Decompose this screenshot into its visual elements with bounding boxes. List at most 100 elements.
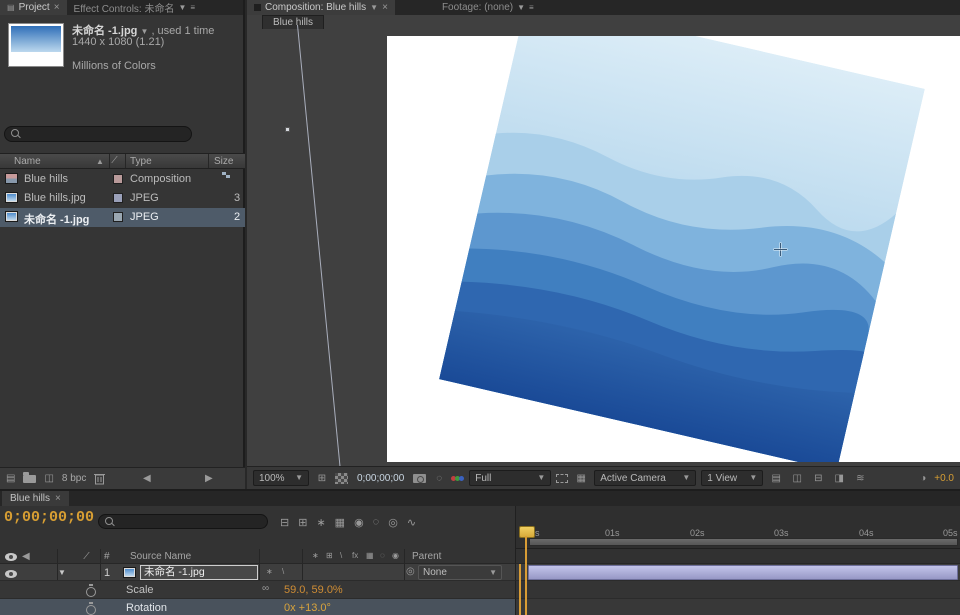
project-row-blue-hills[interactable]: Blue hills Composition (0, 170, 245, 189)
viewer-timecode[interactable]: 0;00;00;00 (353, 473, 408, 484)
draft-3d-icon[interactable]: ⊞ (298, 516, 307, 529)
chevron-down-icon[interactable]: ▼ (179, 4, 187, 12)
motion-blur-switch-icon[interactable]: ◌ (380, 552, 385, 560)
chevron-down-icon[interactable]: ▼ (517, 4, 525, 12)
stretch-switch[interactable]: ∗ (266, 568, 273, 576)
threed-switch-icon[interactable]: ◉ (392, 552, 399, 560)
label-color-chip[interactable] (113, 212, 123, 222)
project-row-blue-hills-jpg[interactable]: Blue hills.jpg JPEG 3 (0, 189, 245, 208)
transparency-grid-icon[interactable]: ▦ (573, 471, 589, 486)
exposure-control[interactable]: ◑ +0.0 (915, 471, 954, 486)
work-area-bar[interactable] (529, 538, 958, 546)
composition-canvas[interactable] (387, 36, 960, 462)
new-composition-icon[interactable]: ◫ (44, 474, 53, 484)
rotation-property-row[interactable]: Rotation 0x +13.0° (0, 599, 515, 615)
column-type[interactable]: Type (130, 156, 152, 167)
shy-switch-icon[interactable]: ∗ (312, 552, 319, 560)
audio-column-icon[interactable]: ◀ (22, 552, 30, 562)
fast-previews-icon[interactable]: ≋ (852, 471, 868, 486)
mini-flowchart-icon[interactable]: ⊟ (280, 516, 289, 529)
show-snapshot-icon[interactable]: ◌ (431, 471, 447, 486)
eye-column-icon[interactable] (5, 553, 17, 561)
panel-menu-icon[interactable]: ≡ (190, 4, 195, 12)
sort-ascending-icon[interactable]: ▲ (96, 158, 104, 166)
rotation-property-label[interactable]: Rotation (126, 602, 167, 614)
region-of-interest-icon[interactable] (556, 474, 568, 483)
constrain-link-icon[interactable]: ∞ (262, 584, 269, 594)
label-color-chip[interactable] (113, 193, 123, 203)
layer-duration-bar[interactable] (528, 565, 958, 580)
mask-visibility-icon[interactable] (335, 473, 348, 484)
column-source-name[interactable]: Source Name (130, 551, 191, 562)
scale-value[interactable]: 59.0, 59.0% (284, 584, 343, 596)
project-row-unnamed-jpg[interactable]: 未命名 -1.jpg JPEG 2 (0, 208, 245, 227)
column-name[interactable]: Name (14, 156, 41, 167)
color-depth-button[interactable]: 8 bpc (62, 473, 86, 484)
tab-composition[interactable]: Composition: Blue hills ▼ × (247, 0, 395, 15)
brainstorm-icon[interactable]: ◌ (373, 516, 380, 529)
path-vertex-handle[interactable] (285, 127, 290, 132)
scale-property-row[interactable]: Scale ∞ 59.0, 59.0% (0, 581, 515, 599)
column-size[interactable]: Size (214, 156, 233, 167)
stopwatch-icon[interactable] (86, 602, 96, 614)
layer-name-box[interactable]: 未命名 -1.jpg (140, 565, 258, 580)
frame-blend-switch-icon[interactable]: ▦ (366, 552, 374, 560)
quality-switch[interactable]: \ (282, 568, 284, 576)
interpret-footage-icon[interactable]: ▤ (6, 474, 15, 484)
rotated-footage-layer[interactable] (439, 36, 925, 462)
motion-blur-icon[interactable]: ◉ (354, 516, 364, 529)
share-view-icon[interactable]: ▤ (768, 471, 784, 486)
stopwatch-icon[interactable] (86, 584, 96, 596)
chevron-down-icon[interactable]: ▼ (140, 27, 148, 36)
current-time-display[interactable]: 0;00;00;00 (4, 509, 94, 526)
mini-flowchart-icon[interactable]: ⊟ (810, 471, 826, 486)
view-layout-dropdown[interactable]: 1 View ▼ (701, 470, 763, 486)
chevron-down-icon[interactable]: ▼ (370, 4, 378, 12)
time-ruler[interactable]: 00s 01s 02s 03s 04s 05s (515, 506, 960, 549)
new-folder-icon[interactable] (23, 475, 36, 483)
tab-timeline-blue-hills[interactable]: Blue hills × (2, 491, 69, 506)
graph-editor-icon[interactable]: ∿ (407, 516, 416, 529)
parent-pickwhip-icon[interactable]: ◎ (406, 567, 415, 577)
panel-menu-icon[interactable]: ≡ (529, 4, 534, 12)
close-icon[interactable]: × (54, 3, 60, 13)
channel-rgb-icon[interactable] (452, 476, 464, 481)
grid-guides-icon[interactable]: ◫ (789, 471, 805, 486)
timeline-search-input[interactable] (98, 514, 268, 529)
expand-triangle-icon[interactable]: ▼ (58, 569, 66, 577)
layer-visibility-eye-icon[interactable] (5, 570, 17, 578)
scale-track[interactable] (515, 581, 960, 599)
tab-footage[interactable]: Footage: (none) ▼ ≡ (435, 0, 541, 15)
trash-icon[interactable] (94, 472, 105, 485)
rotation-track[interactable] (515, 599, 960, 615)
viewer-tab-blue-hills[interactable]: Blue hills (262, 15, 324, 29)
current-time-indicator-line[interactable] (525, 536, 527, 615)
close-icon[interactable]: × (55, 494, 61, 504)
pixel-aspect-icon[interactable]: ◨ (831, 471, 847, 486)
layer-row[interactable]: ▼ 1 未命名 -1.jpg ∗ \ ◎ None ▼ (0, 564, 515, 581)
project-search-input[interactable] (4, 126, 192, 142)
resolution-dropdown[interactable]: Full ▼ (469, 470, 551, 486)
column-index[interactable]: # (104, 551, 110, 562)
frame-blend-icon[interactable]: ▦ (335, 516, 345, 529)
snapshot-camera-icon[interactable] (413, 474, 426, 483)
scale-property-label[interactable]: Scale (126, 584, 154, 596)
label-color-chip[interactable] (113, 174, 123, 184)
magnification-dropdown[interactable]: 100% ▼ (253, 470, 309, 486)
exposure-value[interactable]: +0.0 (934, 473, 954, 484)
rotation-value[interactable]: 0x +13.0° (284, 602, 331, 614)
active-camera-dropdown[interactable]: Active Camera ▼ (594, 470, 696, 486)
scroll-left-icon[interactable]: ◀ (143, 474, 151, 484)
composition-viewer[interactable]: Blue hills (247, 15, 960, 466)
scroll-right-icon[interactable]: ▶ (205, 474, 213, 484)
anchor-point-crosshair[interactable] (774, 243, 787, 256)
collapse-switch-icon[interactable]: ⊞ (326, 552, 333, 560)
tab-project[interactable]: ▤ Project × (0, 0, 67, 15)
auto-keyframe-icon[interactable]: ◎ (388, 516, 398, 529)
close-icon[interactable]: × (382, 3, 388, 13)
safe-zones-icon[interactable]: ⊞ (314, 471, 330, 486)
quality-switch-icon[interactable]: \ (340, 552, 342, 560)
tab-effect-controls[interactable]: Effect Controls: 未命名 ▼ ≡ (67, 0, 203, 15)
parent-dropdown[interactable]: None ▼ (418, 565, 502, 580)
layer-track[interactable] (515, 564, 960, 581)
